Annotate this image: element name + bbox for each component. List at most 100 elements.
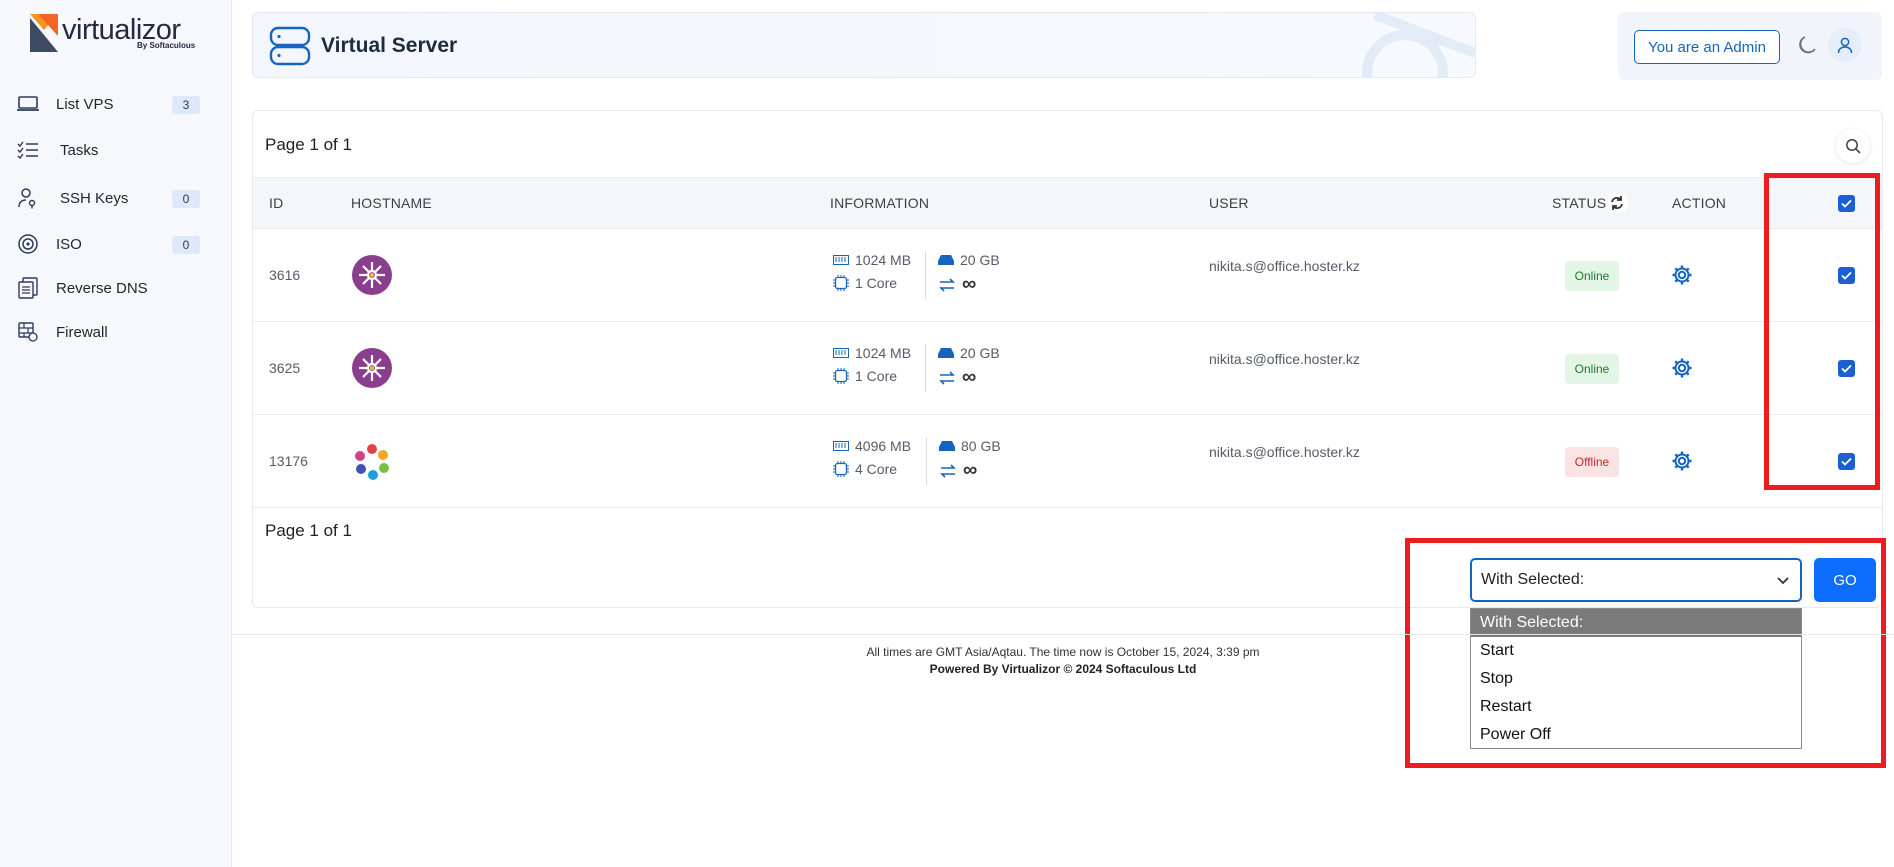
gear-icon[interactable] — [1671, 357, 1693, 379]
col-id: ID — [269, 195, 284, 211]
search-icon — [1846, 139, 1861, 154]
sidebar-item-label: ISO — [56, 235, 82, 253]
status-badge: Online — [1565, 354, 1619, 384]
col-hostname: HOSTNAME — [351, 195, 432, 211]
ram-spec: 1024 MB — [833, 252, 911, 268]
cpu-icon — [833, 461, 849, 477]
col-action: ACTION — [1672, 195, 1727, 211]
bandwidth-spec: ∞ — [938, 273, 976, 296]
status-badge: Offline — [1565, 447, 1619, 477]
ram-icon — [833, 348, 849, 358]
ram-spec: 1024 MB — [833, 345, 911, 361]
disk-icon — [938, 255, 954, 265]
sidebar-item-tasks[interactable]: Tasks — [14, 133, 210, 167]
key-user-icon — [14, 187, 42, 209]
bandwidth-spec: ∞ — [938, 366, 976, 389]
sidebar-item-reverse-dns[interactable]: Reverse DNS — [14, 271, 210, 305]
bandwidth-value: ∞ — [962, 366, 977, 388]
bandwidth-value: ∞ — [962, 273, 977, 295]
col-user: USER — [1209, 195, 1249, 211]
disk-icon — [939, 441, 955, 451]
col-information: INFORMATION — [830, 195, 930, 211]
ram-value: 1024 MB — [855, 345, 912, 361]
dns-icon — [14, 277, 42, 299]
cpu-icon — [833, 275, 849, 291]
ssh-count-badge: 0 — [172, 190, 200, 208]
spec-divider — [925, 251, 926, 299]
vps-id: 3625 — [269, 360, 301, 376]
sidebar-item-label: Tasks — [60, 141, 99, 159]
iso-count-badge: 0 — [172, 236, 200, 254]
vps-id: 13176 — [269, 453, 308, 469]
disk-value: 20 GB — [960, 252, 1000, 268]
page-title: Virtual Server — [321, 34, 458, 57]
disk-value: 80 GB — [961, 438, 1001, 454]
laptop-icon — [14, 93, 42, 115]
ram-spec: 4096 MB — [833, 438, 911, 454]
user-icon — [1837, 37, 1853, 54]
sidebar-item-iso[interactable]: ISO 0 — [14, 227, 210, 261]
logo-mark-icon — [30, 14, 58, 52]
disk-spec: 80 GB — [939, 438, 1001, 454]
sidebar-item-label: SSH Keys — [60, 189, 129, 207]
spec-divider — [926, 437, 927, 485]
cpu-spec: 1 Core — [833, 368, 897, 384]
admin-button[interactable]: You are an Admin — [1634, 30, 1780, 64]
gear-icon[interactable] — [1671, 264, 1693, 286]
cpu-spec: 1 Core — [833, 275, 897, 291]
transfer-icon — [940, 463, 956, 478]
vps-table-card: Page 1 of 1 ID HOSTNAME INFORMATION USER… — [252, 110, 1883, 608]
page-info-bottom: Page 1 of 1 — [265, 521, 352, 540]
cpu-value: 1 Core — [855, 275, 898, 291]
footer: All times are GMT Asia/Aqtau. The time n… — [232, 634, 1894, 676]
tasks-icon — [14, 139, 42, 161]
gear-icon[interactable] — [1671, 450, 1693, 472]
moon-icon[interactable] — [1796, 34, 1818, 56]
sidebar-item-list-vps[interactable]: List VPS 3 — [14, 87, 210, 121]
sidebar-item-firewall[interactable]: Firewall — [14, 315, 210, 349]
ram-value: 1024 MB — [855, 252, 912, 268]
brand-byline: By Softaculous — [137, 41, 196, 50]
checkbox-column-highlight — [1764, 173, 1880, 490]
avatar[interactable] — [1828, 28, 1862, 62]
rocky-logo-icon[interactable] — [351, 440, 393, 482]
vps-user: nikita.s@office.hoster.kz — [1209, 351, 1360, 367]
transfer-icon — [939, 277, 955, 292]
user-panel: You are an Admin — [1618, 12, 1882, 80]
disk-spec: 20 GB — [938, 345, 1000, 361]
vps-user: nikita.s@office.hoster.kz — [1209, 444, 1360, 460]
disk-icon — [938, 348, 954, 358]
vps-user: nikita.s@office.hoster.kz — [1209, 258, 1360, 274]
firewall-icon — [14, 321, 42, 343]
vps-count-badge: 3 — [172, 96, 200, 114]
almalinux-logo-icon[interactable] — [351, 254, 393, 296]
disk-value: 20 GB — [960, 345, 1000, 361]
bandwidth-value: ∞ — [963, 459, 978, 481]
refresh-icon[interactable] — [1606, 192, 1628, 214]
server-icon — [269, 26, 311, 66]
sidebar-item-label: Firewall — [56, 323, 108, 341]
cpu-spec: 4 Core — [833, 461, 897, 477]
sidebar-item-label: Reverse DNS — [56, 279, 148, 297]
table-row: 3616 1024 MB 1 Core 20 GB ∞ nikita.s@off… — [253, 229, 1882, 322]
table-header: ID HOSTNAME INFORMATION USER STATUS ACTI… — [253, 177, 1882, 229]
table-row: 13176 4096 MB 4 Core 80 GB ∞ nikita.s@of… — [253, 415, 1882, 508]
sidebar-item-ssh-keys[interactable]: SSH Keys 0 — [14, 181, 210, 215]
virtualizor-logo[interactable]: virtualizor By Softaculous — [30, 14, 210, 54]
header-decoration-icon — [1362, 13, 1475, 77]
search-button[interactable] — [1836, 129, 1870, 163]
almalinux-logo-icon[interactable] — [351, 347, 393, 389]
spec-divider — [925, 344, 926, 392]
disc-icon — [14, 233, 42, 255]
ram-icon — [833, 441, 849, 451]
col-status: STATUS — [1552, 195, 1607, 211]
cpu-value: 1 Core — [855, 368, 898, 384]
sidebar: virtualizor By Softaculous List VPS 3 Ta… — [0, 0, 232, 867]
page-header: Virtual Server — [252, 12, 1476, 78]
cpu-icon — [833, 368, 849, 384]
ram-icon — [833, 255, 849, 265]
footer-powered-by: Powered By Virtualizor © 2024 Softaculou… — [929, 662, 1197, 676]
sidebar-item-label: List VPS — [56, 95, 114, 113]
footer-time: All times are GMT Asia/Aqtau. The time n… — [866, 645, 1260, 659]
transfer-icon — [939, 370, 955, 385]
